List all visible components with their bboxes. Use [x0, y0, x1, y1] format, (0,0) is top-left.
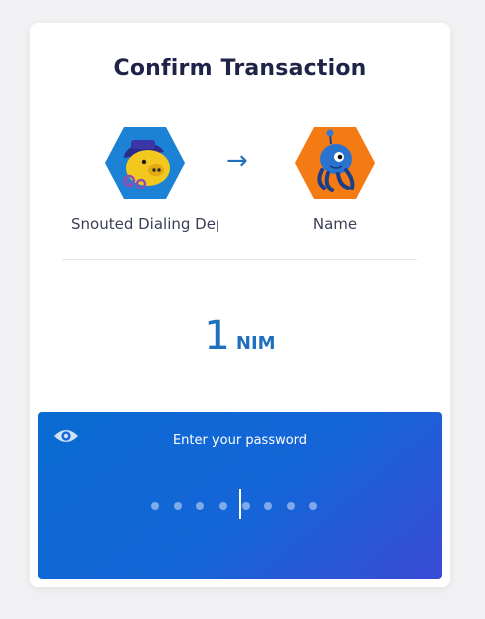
- password-dot: [174, 502, 182, 510]
- password-dot: [287, 502, 295, 510]
- recipient-identicon: [295, 127, 375, 199]
- password-dot: [242, 502, 250, 510]
- password-dot: [151, 502, 159, 510]
- password-dot: [264, 502, 272, 510]
- password-input[interactable]: [151, 489, 331, 519]
- sender-label: Snouted Dialing Dep: [71, 215, 218, 233]
- confirm-transaction-card: Confirm Transaction → Snouted Dialing De…: [30, 23, 450, 587]
- password-prompt: Enter your password: [172, 433, 308, 448]
- page-title: Confirm Transaction: [113, 56, 367, 81]
- sender-identicon: [105, 127, 185, 199]
- password-panel: Enter your password: [38, 412, 442, 579]
- recipient-label: Name: [312, 215, 358, 233]
- amount-display: 1 NIM: [30, 313, 450, 359]
- amount-unit: NIM: [235, 332, 276, 354]
- amount-value: 1: [204, 313, 230, 359]
- text-caret: [239, 489, 241, 519]
- password-dot: [219, 502, 227, 510]
- transfer-arrow-icon: →: [226, 146, 248, 176]
- divider: [62, 259, 417, 260]
- password-dot: [196, 502, 204, 510]
- password-dot: [309, 502, 317, 510]
